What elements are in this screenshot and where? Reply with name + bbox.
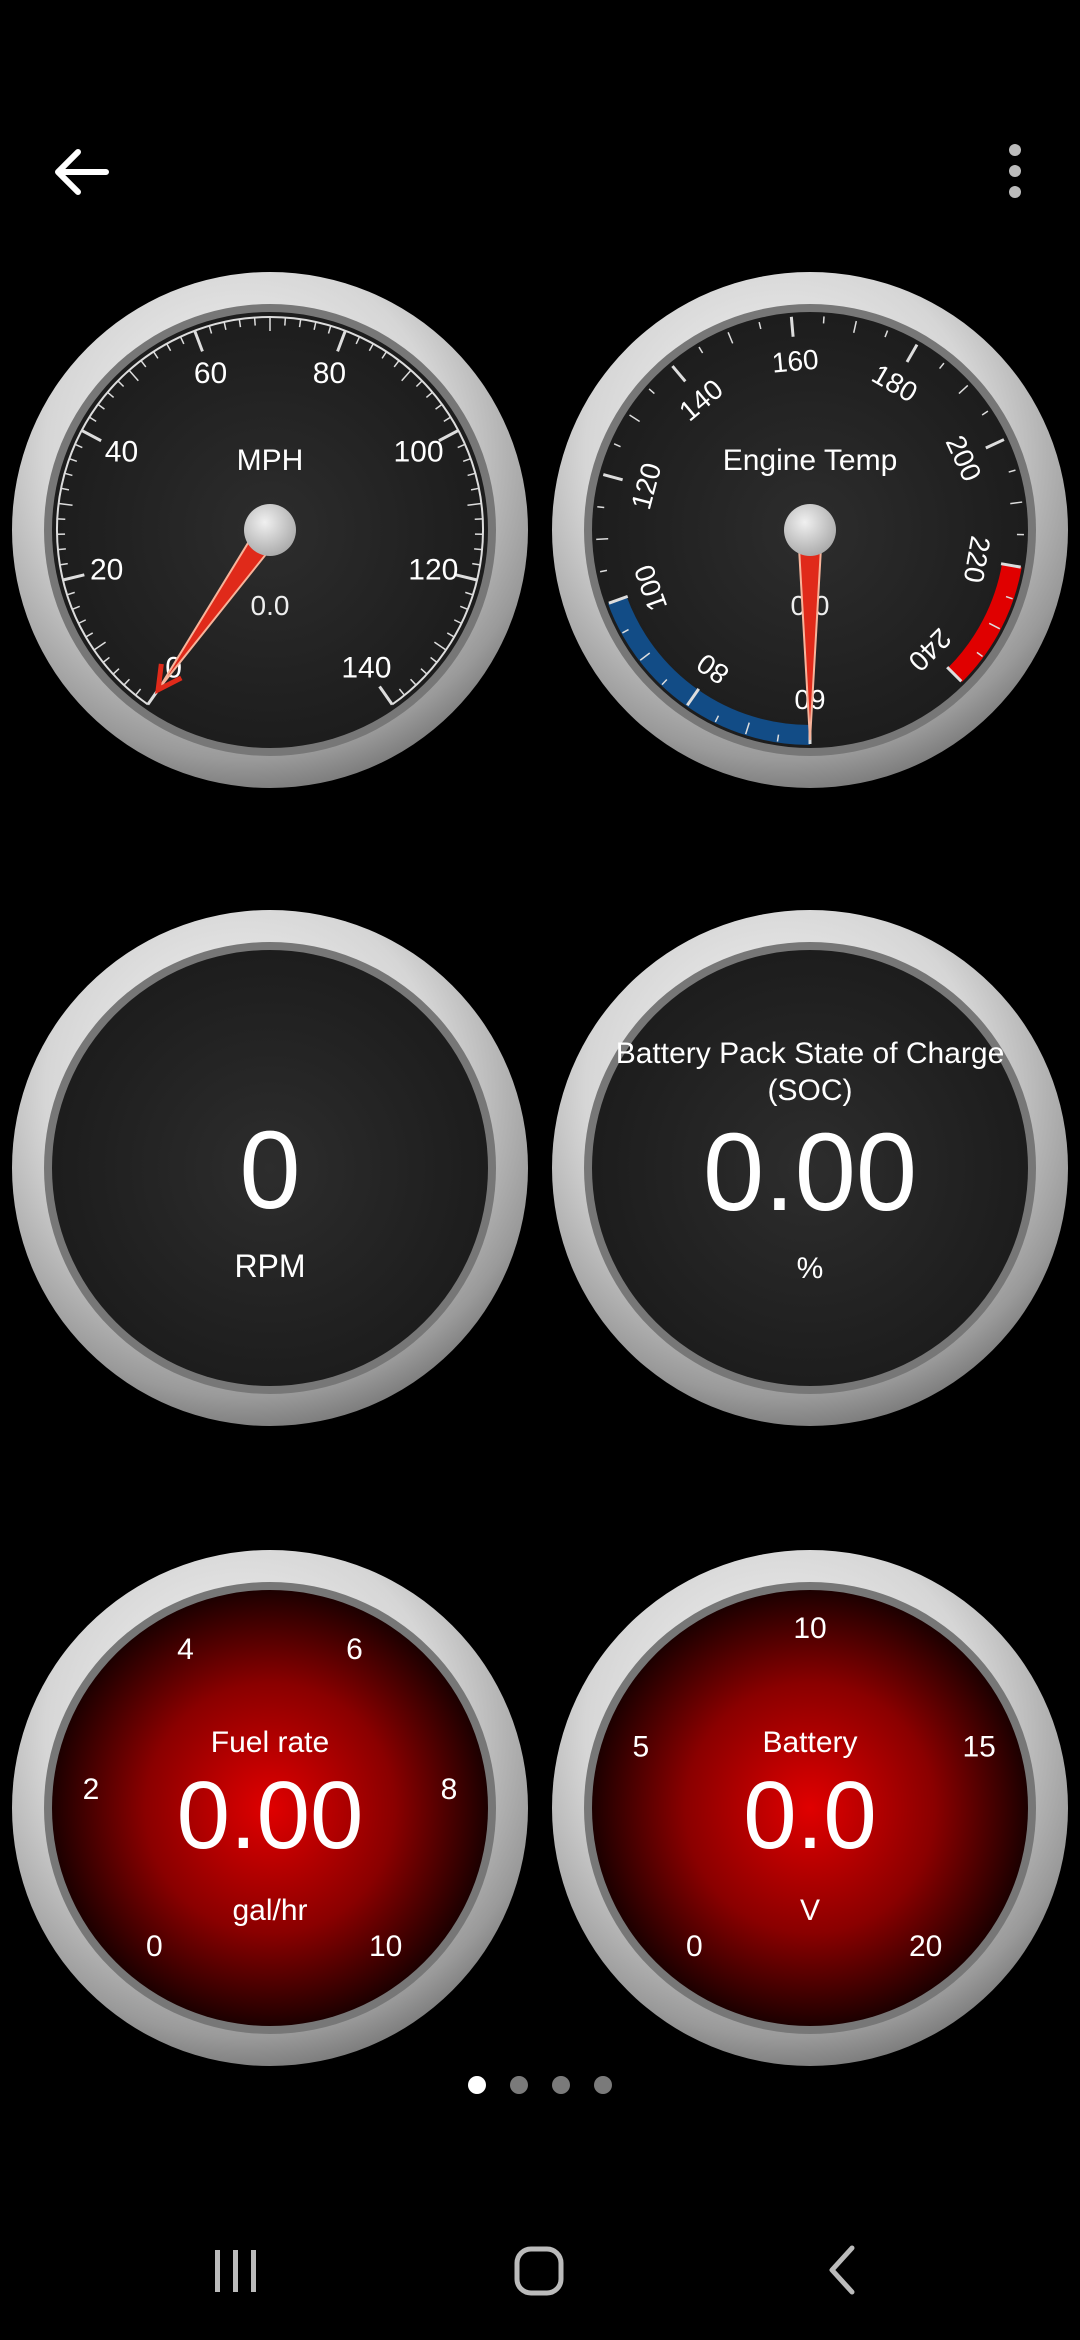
page-dot-active[interactable]: [468, 2076, 486, 2094]
speed-hub: [244, 504, 296, 556]
engine-temp-title: Engine Temp: [723, 444, 898, 477]
speed-tick-label: 120: [408, 553, 458, 586]
top-bar: [0, 0, 1080, 260]
speed-tick-label: 40: [105, 435, 138, 468]
scale-tick-label: 15: [962, 1730, 995, 1763]
scale-tick-label: 8: [441, 1773, 458, 1806]
speed-gauge[interactable]: 020406080100120140 MPH 0.0: [10, 270, 530, 790]
soc-value: 0.00: [703, 1111, 917, 1234]
arrow-left-icon: [55, 149, 109, 195]
battery-value: 0.0: [743, 1762, 876, 1869]
scale-tick-label: 10: [793, 1612, 826, 1645]
system-back-button[interactable]: [792, 2230, 892, 2310]
engine-temp-hub: [784, 504, 836, 556]
battery-voltage-gauge[interactable]: 0 5 10 15 20 Battery 0.0 V: [550, 1548, 1070, 2068]
page-dot[interactable]: [594, 2076, 612, 2094]
recents-button[interactable]: [186, 2230, 286, 2310]
rpm-gauge[interactable]: 0 RPM: [10, 908, 530, 1428]
recents-icon: [215, 2250, 256, 2292]
page-dot[interactable]: [510, 2076, 528, 2094]
scale-tick-label: 4: [177, 1633, 194, 1666]
overflow-menu-button[interactable]: [990, 130, 1040, 214]
system-navigation-bar: [0, 2200, 1080, 2340]
page-indicator[interactable]: [0, 2068, 1080, 2102]
chevron-left-icon: [829, 2245, 855, 2295]
soc-title-2: (SOC): [768, 1074, 853, 1107]
fuel-rate-value: 0.00: [177, 1762, 364, 1869]
scale-tick-label: 6: [346, 1633, 363, 1666]
speed-tick-label: 80: [313, 357, 346, 390]
speed-tick-label: 20: [90, 553, 123, 586]
rpm-value: 0: [239, 1109, 300, 1232]
engine-temp-tick-label: 160: [771, 344, 820, 379]
battery-soc-gauge[interactable]: Battery Pack State of Charge (SOC) 0.00 …: [550, 908, 1070, 1428]
scale-tick-label: 5: [633, 1730, 650, 1763]
scale-tick-label: 0: [686, 1930, 703, 1963]
battery-title: Battery: [762, 1726, 857, 1759]
scale-tick-label: 20: [909, 1930, 942, 1963]
engine-temp-gauge[interactable]: 6080100120140160180200220240 Engine Temp…: [550, 270, 1070, 790]
soc-title: Battery Pack State of Charge: [616, 1037, 1005, 1070]
speed-tick-label: 60: [194, 357, 227, 390]
back-button[interactable]: [40, 130, 124, 214]
speed-tick-label: 100: [394, 435, 444, 468]
rpm-unit: RPM: [234, 1248, 305, 1284]
speed-value: 0.0: [251, 590, 290, 621]
fuel-rate-gauge[interactable]: 0 2 4 6 8 10 Fuel rate 0.00 gal/hr: [10, 1548, 530, 2068]
fuel-rate-title: Fuel rate: [211, 1726, 329, 1759]
fuel-rate-unit: gal/hr: [232, 1894, 307, 1927]
soc-unit: %: [797, 1252, 824, 1285]
scale-tick-label: 2: [83, 1773, 100, 1806]
battery-unit: V: [800, 1894, 820, 1927]
home-button[interactable]: [488, 2230, 588, 2310]
speed-title: MPH: [237, 444, 304, 477]
speed-tick-label: 140: [341, 652, 391, 685]
scale-tick-label: 0: [146, 1930, 163, 1963]
page-dot[interactable]: [552, 2076, 570, 2094]
scale-tick-label: 10: [369, 1930, 402, 1963]
home-icon: [514, 2246, 564, 2296]
more-vertical-icon: [1009, 144, 1021, 198]
